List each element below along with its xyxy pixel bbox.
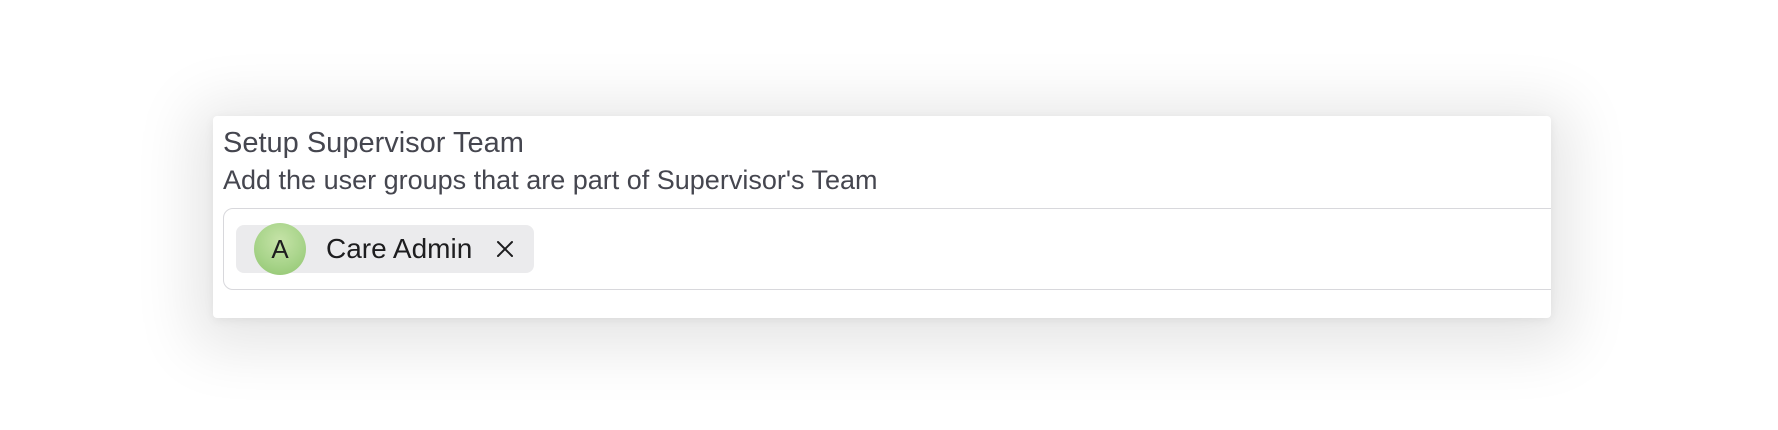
user-group-picker[interactable]: A Care Admin xyxy=(223,208,1551,290)
close-icon[interactable] xyxy=(492,236,518,262)
group-label: Care Admin xyxy=(326,233,473,264)
section-title: Setup Supervisor Team xyxy=(223,127,524,159)
group-avatar: A xyxy=(254,223,306,275)
supervisor-team-card: Setup Supervisor Team Add the user group… xyxy=(213,116,1551,318)
selected-group-chip: A Care Admin xyxy=(236,223,534,275)
section-description: Add the user groups that are part of Sup… xyxy=(223,165,878,195)
avatar-letter: A xyxy=(271,233,289,264)
